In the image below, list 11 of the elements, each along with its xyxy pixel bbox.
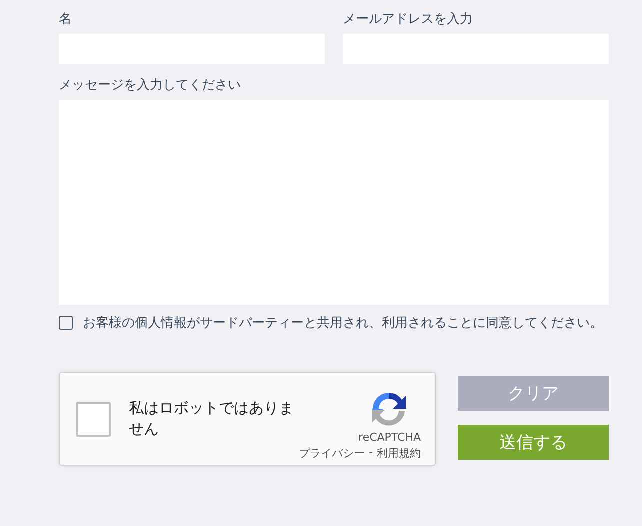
consent-text: お客様の個人情報がサードパーティーと共用され、利用されることに同意してください。 [83, 315, 604, 333]
robot-checkbox[interactable] [76, 402, 111, 437]
separator-text: - [369, 446, 373, 462]
field-label: メッセージを入力してください [59, 77, 241, 94]
robot-label: 私はロボットではありません [129, 398, 295, 440]
privacy-link[interactable]: プライバシー [299, 446, 366, 462]
consent-checkbox[interactable] [59, 316, 73, 330]
field-label: メールアドレスを入力 [343, 11, 473, 28]
field-label: 名 [59, 11, 72, 28]
recaptcha-brand: reCAPTCHA [358, 431, 421, 444]
terms-link[interactable]: 利用規約 [377, 446, 421, 462]
